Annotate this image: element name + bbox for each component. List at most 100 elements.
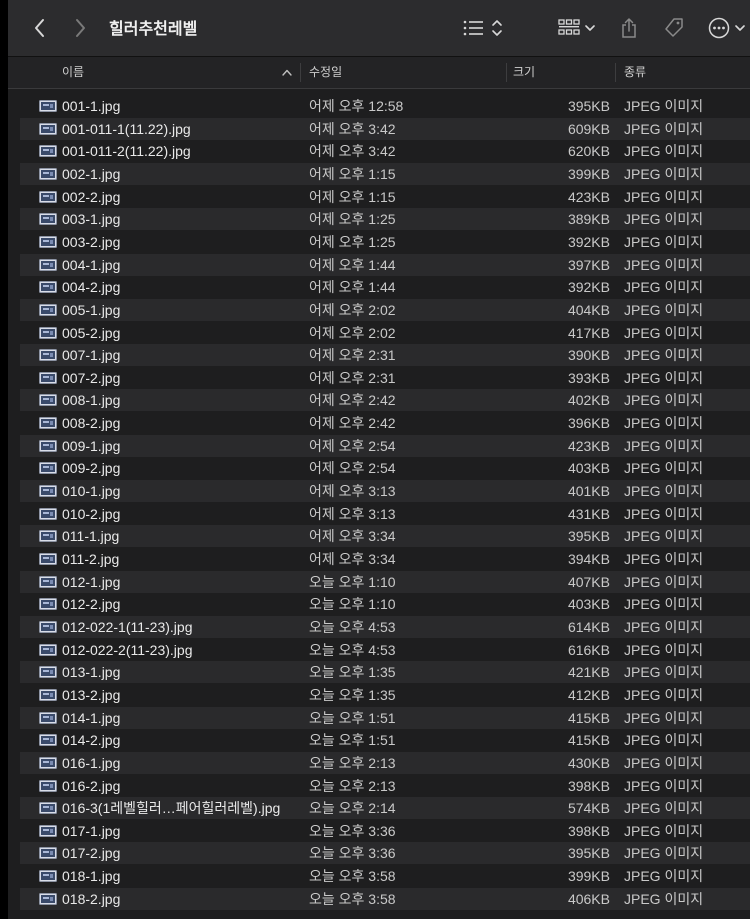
group-button[interactable] [552, 14, 600, 42]
column-divider[interactable] [615, 63, 616, 82]
file-row[interactable]: 012-022-2(11-23).jpg 오늘 오후 4:53 616KB JPEG … [20, 639, 750, 661]
file-kind: JPEG 이미지 [624, 891, 704, 907]
file-row[interactable]: 005-1.jpg 어제 오후 2:02 404KB JPEG 이미지 [20, 299, 750, 321]
file-row[interactable]: 008-2.jpg 어제 오후 2:42 396KB JPEG 이미지 [20, 412, 750, 434]
file-name: 008-1.jpg [62, 392, 121, 408]
file-row[interactable]: 002-2.jpg 어제 오후 1:15 423KB JPEG 이미지 [20, 186, 750, 208]
file-row[interactable]: 001-1.jpg 어제 오후 12:58 395KB JPEG 이미지 [20, 95, 750, 117]
file-kind: JPEG 이미지 [624, 868, 704, 884]
file-size: 402KB [567, 392, 610, 408]
toolbar: 힐러추천레벨 [8, 0, 750, 57]
file-row[interactable]: 017-1.jpg 오늘 오후 3:36 398KB JPEG 이미지 [20, 820, 750, 842]
file-date: 어제 오후 2:54 [309, 438, 396, 454]
file-row[interactable]: 012-022-1(11-23).jpg 오늘 오후 4:53 614KB JPEG … [20, 616, 750, 638]
file-row[interactable]: 007-2.jpg 어제 오후 2:31 393KB JPEG 이미지 [20, 367, 750, 389]
list-view-icon [463, 20, 483, 36]
file-row[interactable]: 017-2.jpg 오늘 오후 3:36 395KB JPEG 이미지 [20, 842, 750, 864]
file-row[interactable]: 003-1.jpg 어제 오후 1:25 389KB JPEG 이미지 [20, 208, 750, 230]
file-size: 396KB [567, 415, 610, 431]
jpeg-file-icon [39, 847, 57, 859]
file-row[interactable]: 003-2.jpg 어제 오후 1:25 392KB JPEG 이미지 [20, 231, 750, 253]
file-size: 392KB [567, 234, 610, 250]
file-name: 012-022-1(11-23).jpg [62, 619, 193, 635]
file-date: 어제 오후 2:31 [309, 347, 396, 363]
file-size: 395KB [567, 98, 610, 114]
file-name: 004-2.jpg [62, 279, 121, 295]
file-date: 오늘 오후 3:58 [309, 868, 396, 884]
file-kind: JPEG 이미지 [624, 800, 704, 816]
jpeg-file-icon [39, 462, 57, 474]
file-row[interactable]: 001-011-1(11.22).jpg 어제 오후 3:42 609KB JPEG … [20, 118, 750, 140]
jpeg-file-icon [39, 372, 57, 384]
file-name: 005-1.jpg [62, 302, 121, 318]
finder-window: 힐러추천레벨 이름 수정일 크기 종류 001-1.jpg 어제 오후 12:5… [0, 0, 750, 919]
file-row[interactable]: 002-1.jpg 어제 오후 1:15 399KB JPEG 이미지 [20, 163, 750, 185]
jpeg-file-icon [39, 440, 57, 452]
file-row[interactable]: 012-2.jpg 오늘 오후 1:10 403KB JPEG 이미지 [20, 593, 750, 615]
column-size-header[interactable]: 크기 [513, 57, 535, 88]
file-name: 004-1.jpg [62, 257, 121, 273]
file-row[interactable]: 016-2.jpg 오늘 오후 2:13 398KB JPEG 이미지 [20, 775, 750, 797]
file-date: 어제 오후 1:44 [309, 279, 396, 295]
jpeg-file-icon [39, 553, 57, 565]
file-row[interactable]: 004-2.jpg 어제 오후 1:44 392KB JPEG 이미지 [20, 276, 750, 298]
file-date: 오늘 오후 1:10 [309, 596, 396, 612]
tag-button[interactable] [660, 14, 688, 42]
file-size: 395KB [567, 845, 610, 861]
file-size: 395KB [567, 528, 610, 544]
file-row[interactable]: 011-2.jpg 어제 오후 3:34 394KB JPEG 이미지 [20, 548, 750, 570]
column-divider[interactable] [300, 63, 301, 82]
file-date: 오늘 오후 2:13 [309, 755, 396, 771]
file-date: 어제 오후 2:54 [309, 460, 396, 476]
file-kind: JPEG 이미지 [624, 596, 704, 612]
file-row[interactable]: 008-1.jpg 어제 오후 2:42 402KB JPEG 이미지 [20, 389, 750, 411]
file-row[interactable]: 010-1.jpg 어제 오후 3:13 401KB JPEG 이미지 [20, 480, 750, 502]
file-name: 009-2.jpg [62, 460, 121, 476]
file-row[interactable]: 011-1.jpg 어제 오후 3:34 395KB JPEG 이미지 [20, 525, 750, 547]
file-name: 013-1.jpg [62, 664, 121, 680]
file-date: 오늘 오후 2:14 [309, 800, 396, 816]
column-divider[interactable] [506, 63, 507, 82]
file-name: 017-1.jpg [62, 823, 121, 839]
file-row[interactable]: 009-2.jpg 어제 오후 2:54 403KB JPEG 이미지 [20, 457, 750, 479]
file-row[interactable]: 012-1.jpg 오늘 오후 1:10 407KB JPEG 이미지 [20, 571, 750, 593]
column-name-header[interactable]: 이름 [62, 57, 302, 88]
jpeg-file-icon [39, 281, 57, 293]
file-size: 614KB [567, 619, 610, 635]
file-kind: JPEG 이미지 [624, 823, 704, 839]
file-date: 어제 오후 3:13 [309, 483, 396, 499]
file-kind: JPEG 이미지 [624, 257, 704, 273]
column-date-header[interactable]: 수정일 [309, 57, 342, 88]
window-title: 힐러추천레벨 [109, 21, 198, 38]
column-kind-header[interactable]: 종류 [624, 57, 646, 88]
file-row[interactable]: 016-1.jpg 오늘 오후 2:13 430KB JPEG 이미지 [20, 752, 750, 774]
file-row[interactable]: 005-2.jpg 어제 오후 2:02 417KB JPEG 이미지 [20, 322, 750, 344]
file-size: 431KB [567, 506, 610, 522]
file-row[interactable]: 013-2.jpg 오늘 오후 1:35 412KB JPEG 이미지 [20, 684, 750, 706]
file-size: 421KB [567, 664, 610, 680]
forward-button[interactable] [68, 14, 92, 42]
file-kind: JPEG 이미지 [624, 506, 704, 522]
file-row[interactable]: 010-2.jpg 어제 오후 3:13 431KB JPEG 이미지 [20, 503, 750, 525]
file-kind: JPEG 이미지 [624, 166, 704, 182]
back-button[interactable] [28, 14, 52, 42]
file-row[interactable]: 016-3(1레벨힐러…페어힐러레벨).jpg 오늘 오후 2:14 574KB JP… [20, 797, 750, 819]
file-date: 어제 오후 12:58 [309, 98, 404, 114]
file-kind: JPEG 이미지 [624, 121, 704, 137]
file-row[interactable]: 007-1.jpg 어제 오후 2:31 390KB JPEG 이미지 [20, 344, 750, 366]
view-mode-button[interactable] [458, 14, 508, 42]
file-kind: JPEG 이미지 [624, 687, 704, 703]
file-row[interactable]: 018-2.jpg 오늘 오후 3:58 406KB JPEG 이미지 [20, 888, 750, 910]
file-row[interactable]: 018-1.jpg 오늘 오후 3:58 399KB JPEG 이미지 [20, 865, 750, 887]
file-row[interactable]: 009-1.jpg 어제 오후 2:54 423KB JPEG 이미지 [20, 435, 750, 457]
share-button[interactable] [616, 14, 642, 42]
file-row[interactable]: 004-1.jpg 어제 오후 1:44 397KB JPEG 이미지 [20, 254, 750, 276]
file-row[interactable]: 001-011-2(11.22).jpg 어제 오후 3:42 620KB JPEG … [20, 140, 750, 162]
file-row[interactable]: 014-2.jpg 오늘 오후 1:51 415KB JPEG 이미지 [20, 729, 750, 751]
file-name: 017-2.jpg [62, 845, 121, 861]
file-row[interactable]: 013-1.jpg 오늘 오후 1:35 421KB JPEG 이미지 [20, 661, 750, 683]
file-row[interactable]: 014-1.jpg 오늘 오후 1:51 415KB JPEG 이미지 [20, 707, 750, 729]
jpeg-file-icon [39, 168, 57, 180]
more-button[interactable] [708, 14, 750, 42]
file-kind: JPEG 이미지 [624, 438, 704, 454]
